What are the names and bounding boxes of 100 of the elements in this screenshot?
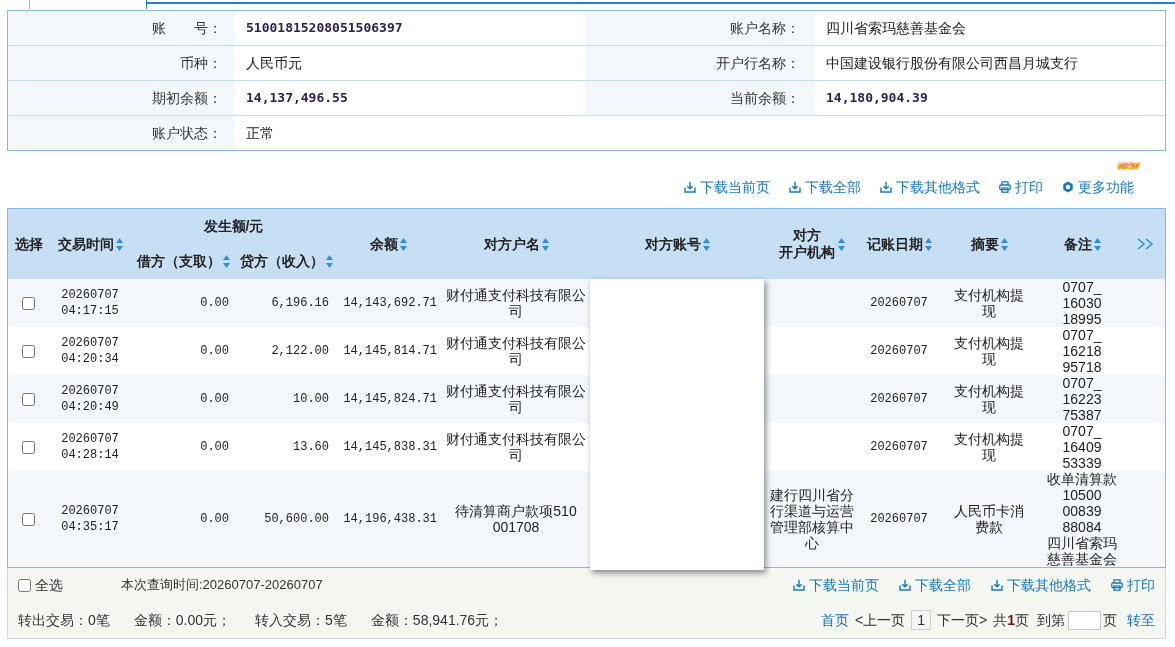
field-label: 账 号： xyxy=(152,18,222,38)
row-checkbox[interactable] xyxy=(22,392,35,406)
download-link[interactable]: 下载全部 xyxy=(789,178,861,196)
table-cell-text: 支付机构提现 xyxy=(953,382,1025,417)
print-link[interactable]: 打印 xyxy=(1111,576,1155,594)
table-cell-text: 0707_ 16409 53339 xyxy=(1061,423,1103,471)
field-value: 四川省索玛慈善基金会 xyxy=(826,18,966,38)
download-link[interactable]: 下载当前页 xyxy=(793,576,879,594)
download-icon xyxy=(789,181,801,193)
download-link[interactable]: 下载其他格式 xyxy=(880,178,980,196)
row-checkbox[interactable] xyxy=(22,296,35,310)
totals-text: 金额：58,941.76元； xyxy=(370,610,504,630)
table-cell-text: 支付机构提现 xyxy=(953,334,1025,369)
table-cell-text: 财付通支付科技有限公司 xyxy=(445,430,587,465)
printer-icon xyxy=(999,181,1011,193)
table-cell-text: 10.00 xyxy=(292,391,330,408)
table-cell-text: 20260707 04:35:17 xyxy=(60,503,120,536)
sort-icon[interactable] xyxy=(1000,237,1008,251)
go-button[interactable]: 转至 xyxy=(1127,609,1155,631)
table-cell-text: 建行四川省分行渠道与运营管理部核算中心 xyxy=(768,486,855,553)
download-link[interactable]: 下载当前页 xyxy=(684,178,770,196)
download-icon xyxy=(793,579,805,591)
sort-icon[interactable] xyxy=(325,255,333,268)
field-label: 开户行名称： xyxy=(716,53,800,73)
goto-label: 到第 xyxy=(1037,610,1065,630)
table-cell-text: 0.00 xyxy=(199,295,230,312)
printer-icon xyxy=(1111,579,1123,591)
page-count-text: 共1页 xyxy=(993,610,1029,630)
field-value: 中国建设银行股份有限公司西昌月城支行 xyxy=(826,53,1078,73)
column-header: 备注 xyxy=(1063,235,1092,253)
settings-icon xyxy=(1062,181,1074,193)
sort-icon[interactable] xyxy=(1093,237,1101,251)
totals-text: 转出交易：0笔 xyxy=(18,610,110,630)
sort-icon[interactable] xyxy=(924,237,932,251)
table-cell-text: 14,196,438.31 xyxy=(342,511,438,528)
new-label: NEW xyxy=(1118,162,1139,171)
table-cell-text: 财付通支付科技有限公司 xyxy=(445,334,587,369)
select-all-label[interactable]: 全选 xyxy=(35,574,63,596)
download-icon xyxy=(880,181,892,193)
table-cell-text: 20260707 04:17:15 xyxy=(60,287,120,320)
table-cell-text: 14,145,814.71 xyxy=(342,343,438,360)
column-group-header: 发生额/元 xyxy=(203,217,264,236)
table-cell-text: 0.00 xyxy=(199,391,230,408)
table-cell-text: 20260707 xyxy=(869,295,929,312)
table-cell-text: 20260707 xyxy=(869,391,929,408)
table-cell-text: 20260707 04:20:49 xyxy=(60,383,120,416)
table-cell-text: 收单清算款 10500 00839 88084 四川省索玛慈善基金会 xyxy=(1046,471,1118,567)
table-cell-text: 支付机构提现 xyxy=(953,286,1025,321)
table-cell-text: 支付机构提现 xyxy=(953,430,1025,465)
sort-icon[interactable] xyxy=(400,237,407,251)
column-header: 对方账号 xyxy=(645,235,701,253)
print-link[interactable]: 打印 xyxy=(999,178,1043,196)
table-cell-text: 0707_ 16030 18995 xyxy=(1061,279,1103,327)
field-value: 人民币元 xyxy=(246,53,302,73)
query-period-text: 本次查询时间:20260707-20260707 xyxy=(121,576,323,595)
field-label: 账户名称： xyxy=(730,18,800,38)
field-label: 期初余额： xyxy=(152,88,222,108)
download-link[interactable]: 下载其他格式 xyxy=(991,576,1091,594)
download-icon xyxy=(899,579,911,591)
download-icon xyxy=(684,181,696,193)
sort-icon[interactable] xyxy=(541,237,549,251)
column-header: 摘要 xyxy=(970,235,999,253)
table-cell-text: 0707_ 16218 95718 xyxy=(1061,327,1103,375)
row-checkbox[interactable] xyxy=(22,512,35,526)
table-cell-text: 财付通支付科技有限公司 xyxy=(445,286,587,321)
sort-icon[interactable] xyxy=(703,237,710,251)
table-cell-text: 6,196.16 xyxy=(270,295,330,312)
table-cell-text: 14,143,692.71 xyxy=(342,295,438,312)
field-label: 币种： xyxy=(180,53,222,73)
table-cell-text: 0.00 xyxy=(199,511,230,528)
field-value: 51001815208051506397 xyxy=(246,19,403,38)
field-value: 14,180,904.39 xyxy=(826,89,928,108)
download-icon xyxy=(991,579,1003,591)
first-page-link[interactable]: 首页 xyxy=(821,609,850,631)
sort-icon[interactable] xyxy=(115,237,123,251)
sort-icon[interactable] xyxy=(837,237,845,251)
table-cell-text: 财付通支付科技有限公司 xyxy=(445,382,587,417)
column-header: 交易时间 xyxy=(57,235,114,253)
column-header: 借方（支取） xyxy=(137,253,221,270)
page-input[interactable] xyxy=(1068,610,1101,630)
column-header: 选择 xyxy=(14,235,43,253)
sort-icon[interactable] xyxy=(223,255,230,268)
totals-text: 金额：0.00元； xyxy=(133,610,232,630)
table-cell-text: 2,122.00 xyxy=(270,343,330,360)
field-value: 正常 xyxy=(246,123,274,143)
table-cell-text: 20260707 04:20:34 xyxy=(60,335,120,368)
select-all-checkbox[interactable] xyxy=(18,578,31,592)
column-header: 贷方（收入） xyxy=(239,253,324,270)
column-header: 余额 xyxy=(370,235,398,253)
page-number-button[interactable]: 1 xyxy=(911,610,931,630)
table-cell-text: 13.60 xyxy=(292,439,330,456)
double-chevron-icon[interactable] xyxy=(1136,238,1154,250)
column-header: 对方开户机构 xyxy=(778,227,836,261)
download-link[interactable]: 下载全部 xyxy=(899,576,971,594)
totals-text: 转入交易：5笔 xyxy=(255,610,347,630)
row-checkbox[interactable] xyxy=(22,440,35,454)
row-checkbox[interactable] xyxy=(22,344,35,358)
table-cell-text: 20260707 xyxy=(869,343,929,360)
table-cell-text: 20260707 04:28:14 xyxy=(60,431,120,464)
goto-suffix-label: 页 xyxy=(1103,610,1117,630)
